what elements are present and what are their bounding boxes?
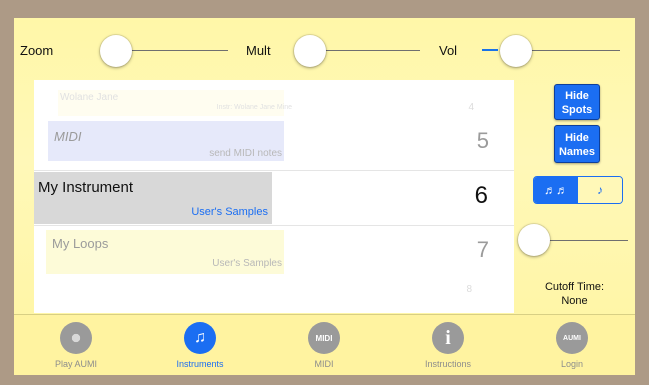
list-item-my-loops[interactable]: My Loops User's Samples 7 xyxy=(34,228,514,280)
hide-names-button[interactable]: Hide Names xyxy=(554,125,600,163)
tab-play-aumi[interactable]: Play AUMI xyxy=(14,315,138,375)
cutoff-time-label: Cutoff Time: xyxy=(544,281,605,293)
music-note-icon: ♫ xyxy=(184,322,216,354)
vol-slider-fill[interactable] xyxy=(482,49,498,51)
mult-slider-knob[interactable] xyxy=(294,35,326,67)
hide-spots-button[interactable]: Hide Spots xyxy=(554,84,600,120)
instrument-number: 7 xyxy=(476,237,489,262)
cutoff-slider-track[interactable] xyxy=(548,240,628,241)
midi-icon: MIDI xyxy=(308,322,340,354)
info-icon: i xyxy=(432,322,464,354)
mult-slider-track[interactable] xyxy=(314,50,420,51)
mult-label: Mult xyxy=(246,43,271,58)
tab-login[interactable]: AUMI Login xyxy=(510,315,634,375)
zoom-slider-track[interactable] xyxy=(118,50,228,51)
vol-slider-track[interactable] xyxy=(526,50,620,51)
cutoff-time-value: None xyxy=(561,295,588,307)
instrument-subtitle: User's Samples xyxy=(212,258,282,269)
multi-note-segment[interactable]: ♬♬ xyxy=(534,177,578,203)
login-icon: AUMI xyxy=(556,322,588,354)
cutoff-slider-knob[interactable] xyxy=(518,224,550,256)
instrument-number: 5 xyxy=(476,128,489,153)
aumi-icon xyxy=(60,322,92,354)
note-mode-segmented-control[interactable]: ♬♬ ♪ xyxy=(533,176,623,204)
list-item-my-instrument[interactable]: My Instrument User's Samples 6 xyxy=(34,170,514,226)
right-control-panel: Hide Spots Hide Names ♬♬ ♪ Cutoff Time: … xyxy=(514,80,635,313)
tab-bar: Play AUMI ♫ Instruments MIDI MIDI i Inst… xyxy=(14,314,635,375)
instrument-subtitle: User's Samples xyxy=(191,206,268,218)
vol-label: Vol xyxy=(439,43,458,58)
instrument-subtitle: send MIDI notes xyxy=(209,148,282,159)
list-item-ghost-top[interactable]: Wolane Jane Instr: Wolane Jane Mine 4 xyxy=(34,80,514,116)
tab-instructions[interactable]: i Instructions xyxy=(386,315,510,375)
instrument-name: My Instrument xyxy=(38,179,134,196)
instrument-number: 6 xyxy=(474,182,488,209)
zoom-label: Zoom xyxy=(20,43,54,58)
instrument-name: My Loops xyxy=(52,236,109,251)
list-item-midi[interactable]: MIDI send MIDI notes 5 xyxy=(34,116,514,166)
tab-instruments[interactable]: ♫ Instruments xyxy=(138,315,262,375)
app-screen: Zoom Mult Vol Wolane Jane Instr: Wolane … xyxy=(14,18,635,375)
zoom-slider-knob[interactable] xyxy=(100,35,132,67)
slider-bar: Zoom Mult Vol xyxy=(14,18,635,80)
vol-slider-knob[interactable] xyxy=(500,35,532,67)
tab-midi[interactable]: MIDI MIDI xyxy=(262,315,386,375)
instrument-name: MIDI xyxy=(54,129,82,144)
list-item-ghost-bottom[interactable]: 8 xyxy=(34,280,514,313)
single-note-segment[interactable]: ♪ xyxy=(578,177,622,203)
instrument-list[interactable]: Wolane Jane Instr: Wolane Jane Mine 4 MI… xyxy=(34,80,514,313)
